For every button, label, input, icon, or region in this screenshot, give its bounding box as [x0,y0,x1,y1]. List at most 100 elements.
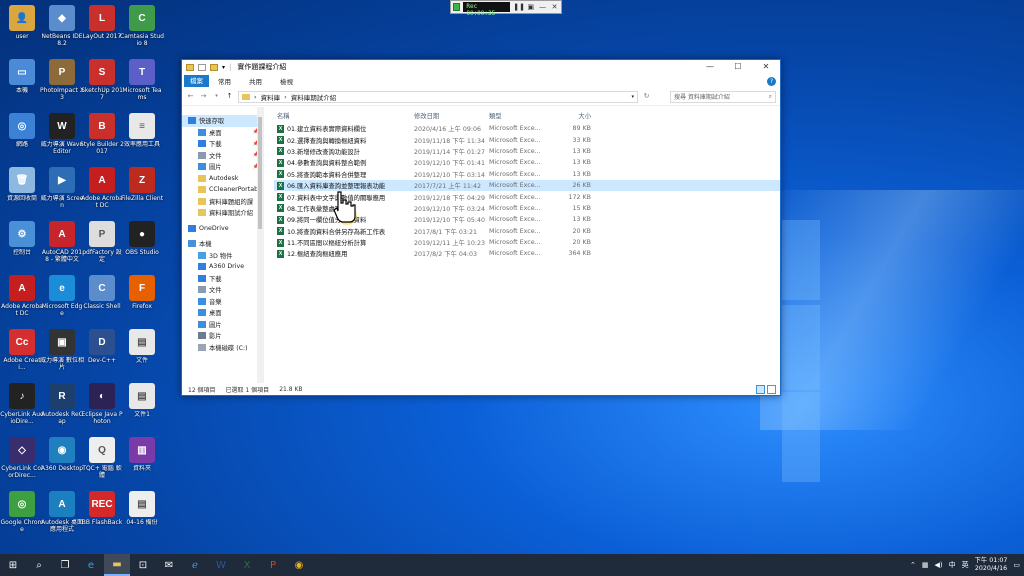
desktop-icon[interactable]: P PhotoImpact X3 [40,56,84,110]
nav-item[interactable]: 本機 [182,238,263,250]
desktop-icon[interactable]: 🗑 資源回收筒 [0,164,44,218]
customize-toolbar-icon[interactable]: ▾ [222,64,225,71]
recent-locations-icon[interactable]: ▾ [212,92,221,101]
nav-item[interactable]: 本機磁碟 (C:) [182,342,263,354]
nav-item[interactable]: 圖片 [182,319,263,331]
desktop-icon[interactable]: REC BB FlashBack [80,488,124,542]
desktop-icon[interactable]: C Camtasia Studio 8 [120,2,164,56]
nav-item[interactable]: 資料庫題組的課 [182,196,263,208]
desktop-icon[interactable]: ● OBS Studio [120,218,164,272]
column-header-name[interactable]: 名稱 [274,111,414,120]
nav-item[interactable]: 音樂 [182,296,263,308]
desktop-icon[interactable]: A Autodesk 桌面應用程式 [40,488,84,542]
taskbar-word-button[interactable]: W [208,554,234,576]
tab-home[interactable]: 常用 [209,76,240,86]
taskbar-chrome-button[interactable]: ◉ [286,554,312,576]
nav-item[interactable]: 桌面 [182,307,263,319]
help-icon[interactable]: ? [767,76,776,86]
minimize-button[interactable]: — [696,60,724,74]
search-input[interactable]: 搜尋 資料庫期試介紹 ⌕ [670,90,776,103]
breadcrumb-item[interactable]: 資料庫 [261,92,281,102]
network-icon[interactable]: ▦ [922,561,929,569]
desktop-icon[interactable]: F Firefox [120,272,164,326]
desktop-icon[interactable]: ▥ 資料夾 [120,434,164,488]
file-row[interactable]: X 02.選擇查詢與轉換樞紐資料 2019/11/18 下午 11:34 Micros… [274,134,780,145]
recorder-minimize-icon[interactable]: — [538,2,547,12]
taskbar-excel-button[interactable]: X [234,554,260,576]
nav-item[interactable]: 影片 [182,330,263,342]
notification-icon[interactable]: ▭ [1013,561,1020,569]
nav-item[interactable]: 文件 📌 [182,150,263,162]
nav-item[interactable]: Autodesk [182,173,263,185]
refresh-icon[interactable]: ↻ [642,92,651,101]
desktop-icon[interactable]: ▤ 文件 [120,326,164,380]
new-folder-icon[interactable] [210,63,218,71]
desktop-icon[interactable]: 👤 user [0,2,44,56]
desktop-icon[interactable]: ♪ CyberLink AudioDire... [0,380,44,434]
file-row[interactable]: X 03.新增修改查詢功能設計 2019/11/14 下午 01:27 Microso… [274,146,780,157]
taskbar-search-button[interactable]: ⌕ [26,554,52,576]
desktop-icon[interactable]: Q TQC+ 電腦 軟體 [80,434,124,488]
desktop-icon[interactable]: ◇ CyberLink ColorDirec... [0,434,44,488]
file-row[interactable]: X 12.樞紐查詢樞紐應用 2017/8/2 下午 04:03 Microsoft E… [274,248,780,259]
desktop-icon[interactable]: ◎ 網路 [0,110,44,164]
back-arrow-icon[interactable]: ← [186,92,195,101]
desktop-icon[interactable]: ◆ NetBeans IDE 8.2 [40,2,84,56]
file-row[interactable]: X 04.參數查詢與資料整合範例 2019/12/10 下午 01:41 Micros… [274,157,780,168]
desktop-icon[interactable]: R Autodesk ReCap [40,380,84,434]
desktop-icon[interactable]: ⚙ 控制台 [0,218,44,272]
desktop-icon[interactable]: S SketchUp 2017 [80,56,124,110]
nav-item[interactable]: A360 Drive [182,261,263,273]
properties-icon[interactable] [198,63,206,71]
taskbar-mail-button[interactable]: ✉ [156,554,182,576]
tray-overflow-icon[interactable]: ⌃ [910,561,916,569]
large-icons-view-icon[interactable] [767,384,776,394]
nav-item[interactable]: 文件 [182,284,263,296]
desktop-icon[interactable]: PpdfFactory 設定 [80,218,124,272]
nav-item[interactable]: 下載 📌 [182,138,263,150]
tab-file[interactable]: 檔案 [184,75,209,87]
details-view-icon[interactable] [756,384,765,394]
desktop-icon[interactable]: B Style Builder 2017 [80,110,124,164]
address-field[interactable]: › 資料庫 › 資料庫期試介紹 ▾ [238,90,638,103]
desktop-icon[interactable]: ▭ 本機 [0,56,44,110]
nav-item[interactable]: 3D 物件 [182,250,263,262]
nav-item[interactable]: 快速存取 [182,115,263,127]
desktop-icon[interactable]: W 威力導演 WaveEditor [40,110,84,164]
file-row[interactable]: X 01.建立資料表實際資料欄位 2020/4/16 上午 09:06 Microso… [274,123,780,134]
forward-arrow-icon[interactable]: → [199,92,208,101]
desktop-icon[interactable]: ◉ A360 Desktop [40,434,84,488]
desktop-icon[interactable]: T Microsoft Teams [120,56,164,110]
up-arrow-icon[interactable]: ↑ [225,92,234,101]
desktop-icon[interactable]: A Adobe Acrobat DC [0,272,44,326]
desktop-icon[interactable]: ▤ 04-16 備份 [120,488,164,542]
recorder-pause-icon[interactable]: ❚❚ [513,2,525,12]
taskbar-task-view-button[interactable]: ❐ [52,554,78,576]
taskbar-edge-button[interactable]: e [78,554,104,576]
ime-indicator[interactable]: 中 [949,560,956,570]
lang-indicator[interactable]: 英 [962,560,969,570]
desktop-icon[interactable]: Z FileZilla Client [120,164,164,218]
nav-scrollbar[interactable] [257,107,263,383]
desktop-icon[interactable]: D Dev-C++ [80,326,124,380]
tab-view[interactable]: 檢視 [271,76,302,86]
desktop-icon[interactable]: ▶ 威力導演 Screen [40,164,84,218]
nav-item[interactable]: 圖片 📌 [182,161,263,173]
taskbar-file-explorer-button[interactable]: ▬ [104,554,130,576]
column-header-date[interactable]: 修改日期 [414,111,489,120]
nav-item[interactable]: CCleanerPortable [182,184,263,196]
desktop-icon[interactable]: Cc Adobe Creati... [0,326,44,380]
recorder-camera-icon[interactable]: ▣ [526,2,535,12]
nav-item[interactable]: 下載 [182,273,263,285]
breadcrumb-item[interactable]: 資料庫期試介紹 [291,92,337,102]
volume-icon[interactable]: ◀) [935,561,943,569]
file-row[interactable]: X 05.將查詢範本資料合併整理 2019/12/10 下午 03:14 Micros… [274,169,780,180]
nav-item[interactable]: OneDrive [182,223,263,235]
tab-share[interactable]: 共用 [240,76,271,86]
column-header-size[interactable]: 大小 [551,111,591,120]
desktop-icon[interactable]: ▤ 文件1 [120,380,164,434]
desktop-icon[interactable]: A AutoCAD 2018 - 繁體中文 [40,218,84,272]
file-row[interactable]: X 10.將查詢資料合併另存為新工作表 2017/8/1 下午 03:21 Micro… [274,226,780,237]
maximize-button[interactable]: ☐ [724,60,752,74]
desktop-icon[interactable]: ▣ 威力導演 數位相片 [40,326,84,380]
